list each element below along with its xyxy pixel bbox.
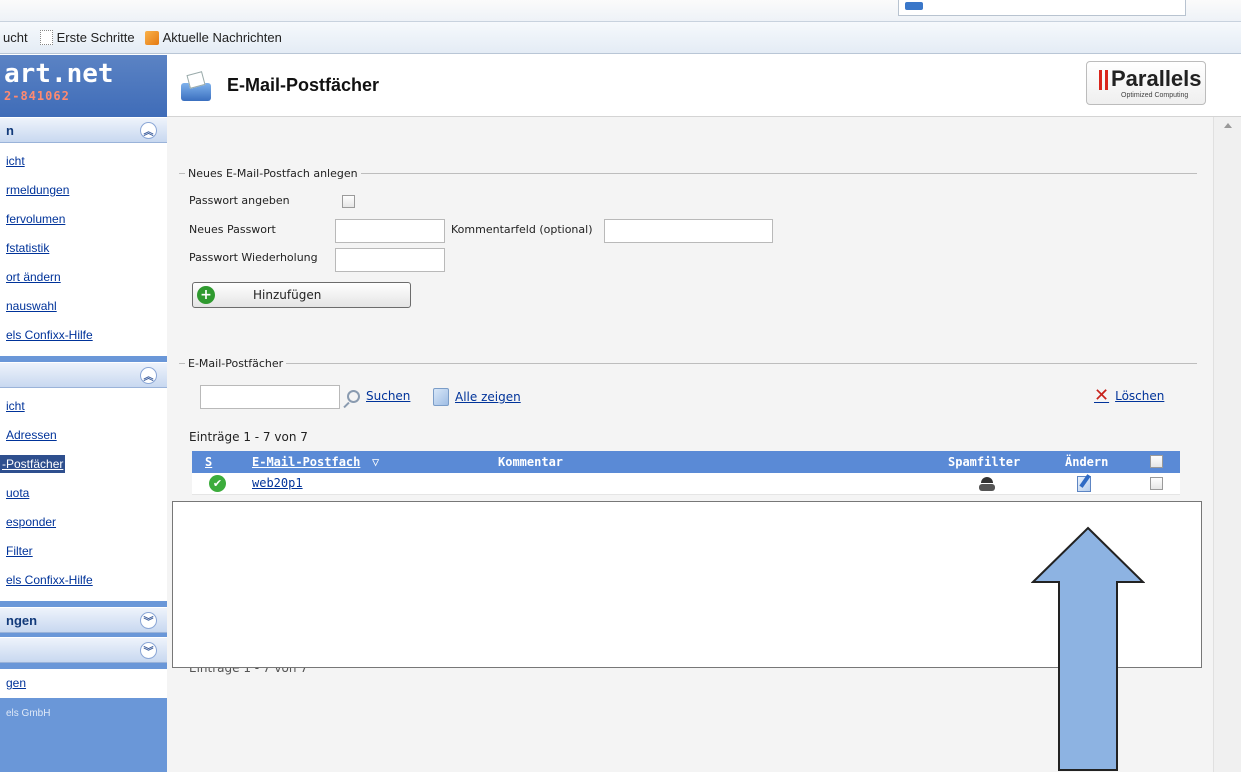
password-provide-label: Passwort angeben <box>189 194 290 207</box>
sidebar-item-active[interactable]: -Postfächer <box>0 455 66 473</box>
copyright: els GmbH <box>6 708 51 719</box>
sidebar-item[interactable]: Filter <box>6 537 167 566</box>
bookmark-item[interactable]: Erste Schritte <box>34 30 135 45</box>
sidebar-item[interactable]: nauswahl <box>6 292 167 321</box>
bookmarks-bar: ucht Erste Schritte Aktuelle Nachrichten <box>0 22 1241 54</box>
annotation-arrow <box>1031 526 1145 771</box>
add-button[interactable]: + Hinzufügen <box>192 282 411 308</box>
column-status[interactable]: S <box>205 455 212 469</box>
sidebar-section: icht rmeldungen fervolumen fstatistik or… <box>0 143 167 356</box>
scroll-up-icon[interactable] <box>1224 123 1232 128</box>
page-header: E-Mail-Postfächer Parallels Optimized Co… <box>167 55 1241 117</box>
sidebar-section-header[interactable]: ︽ <box>0 362 167 388</box>
collapse-icon[interactable]: ︽ <box>140 366 157 384</box>
sidebar: art.net 2-841062 n ︽ icht rmeldungen fer… <box>0 55 167 772</box>
sidebar-item[interactable]: esponder <box>6 508 167 537</box>
sidebar-section: gen <box>0 669 167 698</box>
logo: art.net 2-841062 <box>0 55 167 117</box>
expand-icon[interactable]: ︾ <box>140 641 157 659</box>
column-edit: Ändern <box>1065 455 1109 469</box>
address-bar[interactable] <box>898 0 1186 16</box>
sidebar-item[interactable]: els Confixx-Hilfe <box>6 321 167 350</box>
delete-icon: ✕ <box>1094 385 1110 406</box>
page-icon <box>39 30 53 45</box>
new-password-label: Neues Passwort <box>189 223 276 236</box>
expand-icon[interactable]: ︾ <box>140 611 157 629</box>
row-checkbox[interactable] <box>1150 477 1163 490</box>
mailbox-icon <box>179 70 213 101</box>
select-all-checkbox[interactable] <box>1150 455 1163 468</box>
sidebar-item[interactable]: fstatistik <box>6 234 167 263</box>
mailbox-table: S E-Mail-Postfach ▽ Kommentar Spamfilter… <box>192 451 1180 495</box>
add-icon: + <box>197 286 215 304</box>
column-comment: Kommentar <box>498 455 564 469</box>
bookmark-item[interactable]: ucht <box>3 30 28 45</box>
sidebar-section-header[interactable]: ngen ︾ <box>0 607 167 633</box>
brand-logo: Parallels Optimized Computing <box>1086 61 1206 105</box>
pages-icon <box>433 388 449 406</box>
mailbox-list-fieldset: E-Mail-Postfächer <box>179 357 1197 370</box>
sidebar-item[interactable]: rmeldungen <box>6 176 167 205</box>
edit-icon[interactable] <box>1077 476 1091 492</box>
bookmark-item[interactable]: Aktuelle Nachrichten <box>141 30 282 45</box>
new-password-input[interactable] <box>335 219 445 243</box>
mailbox-link[interactable]: web20p1 <box>252 476 303 490</box>
password-provide-checkbox[interactable] <box>342 195 355 208</box>
page-title: E-Mail-Postfächer <box>227 75 380 95</box>
sidebar-section-header[interactable]: n ︽ <box>0 117 167 143</box>
table-header: S E-Mail-Postfach ▽ Kommentar Spamfilter… <box>192 451 1180 473</box>
delete-link[interactable]: ✕ Löschen <box>1094 385 1164 406</box>
arrow-shape <box>1031 526 1145 771</box>
sidebar-item[interactable]: Adressen <box>6 421 167 450</box>
sort-indicator-icon: ▽ <box>372 455 380 469</box>
search-icon <box>347 389 360 403</box>
sidebar-item[interactable]: ort ändern <box>6 263 167 292</box>
column-spamfilter: Spamfilter <box>948 455 1021 469</box>
sidebar-item[interactable]: icht <box>6 392 167 421</box>
collapse-icon[interactable]: ︽ <box>140 121 157 139</box>
status-ok-icon: ✔ <box>209 475 226 492</box>
sidebar-item[interactable]: icht <box>6 147 167 176</box>
sidebar-section-header[interactable]: ︾ <box>0 637 167 663</box>
show-all-link[interactable]: Alle zeigen <box>433 388 521 406</box>
sidebar-item[interactable]: els Confixx-Hilfe <box>6 566 167 595</box>
logout-link[interactable]: gen <box>6 669 167 698</box>
entries-info: Einträge 1 - 7 von 7 <box>189 430 308 444</box>
sidebar-item[interactable]: uota <box>6 479 167 508</box>
new-mailbox-fieldset: Neues E-Mail-Postfach anlegen <box>179 167 1197 180</box>
comment-input[interactable] <box>604 219 773 243</box>
sidebar-section: icht Adressen -Postfächer uota esponder … <box>0 388 167 601</box>
password-repeat-input[interactable] <box>335 248 445 272</box>
search-input[interactable] <box>200 385 340 409</box>
spamfilter-icon[interactable] <box>979 477 995 491</box>
password-repeat-label: Passwort Wiederholung <box>189 251 318 264</box>
sidebar-item[interactable]: fervolumen <box>6 205 167 234</box>
rss-feed-icon <box>144 30 159 45</box>
comment-label: Kommentarfeld (optional) <box>451 223 593 236</box>
column-mailbox[interactable]: E-Mail-Postfach <box>252 455 360 469</box>
vertical-scrollbar[interactable] <box>1213 117 1241 772</box>
browser-toolbar <box>0 0 1241 22</box>
site-icon <box>905 2 923 10</box>
table-row: ✔ web20p1 <box>192 473 1180 495</box>
search-link[interactable]: Suchen <box>347 389 410 403</box>
